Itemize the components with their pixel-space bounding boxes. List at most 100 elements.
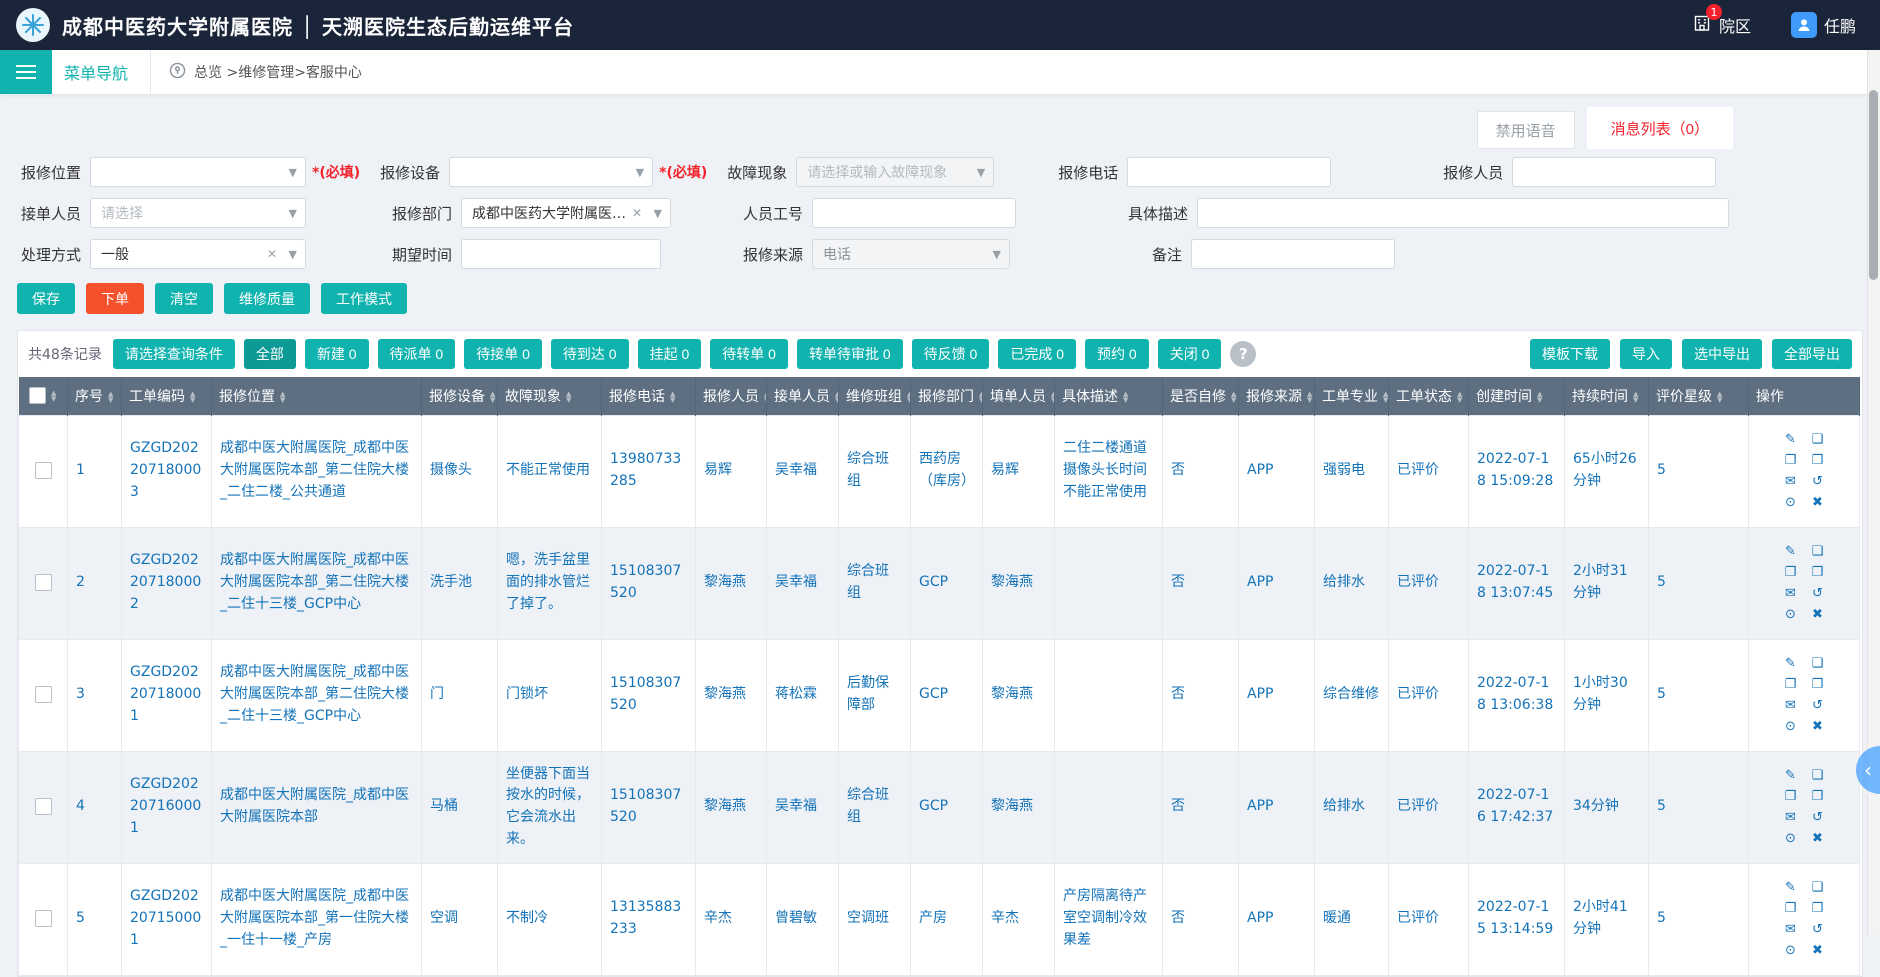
file-edit-icon[interactable]: ❒: [1810, 902, 1825, 915]
close-icon[interactable]: ✖: [1810, 944, 1825, 957]
status-chip-7[interactable]: 转单待审批 0: [797, 339, 903, 369]
staff-number-input[interactable]: [812, 198, 1016, 228]
order-code-cell[interactable]: GZGD202207180003: [122, 415, 212, 527]
comment-icon[interactable]: ✉: [1783, 587, 1798, 600]
expect-time-input[interactable]: [461, 239, 661, 269]
repair-source-select[interactable]: 电话▼: [812, 239, 1010, 269]
repair-department-select[interactable]: 成都中医药大学附属医院/...✕▼: [461, 198, 671, 228]
campus-switcher[interactable]: 1 院区: [1692, 13, 1751, 37]
close-icon[interactable]: ✖: [1810, 608, 1825, 621]
status-chip-8[interactable]: 待反馈 0: [912, 339, 990, 369]
order-code-cell[interactable]: GZGD202207150001: [122, 863, 212, 975]
column-header-19[interactable]: 操作: [1749, 377, 1860, 415]
column-header-9[interactable]: 报修部门▲▼: [911, 377, 983, 415]
column-header-0[interactable]: 序号▲▼: [68, 377, 122, 415]
comment-icon[interactable]: ✉: [1783, 811, 1798, 824]
target-icon[interactable]: ⊙: [1783, 832, 1798, 845]
status-chip-2[interactable]: 待派单 0: [378, 339, 456, 369]
file-export-icon[interactable]: ❏: [1810, 545, 1825, 558]
edit-icon[interactable]: ✎: [1783, 769, 1798, 782]
comment-icon[interactable]: ✉: [1783, 923, 1798, 936]
close-icon[interactable]: ✖: [1810, 496, 1825, 509]
import-button[interactable]: 导入: [1620, 339, 1672, 369]
user-menu[interactable]: 任鹏: [1791, 12, 1856, 38]
repair-phone-input[interactable]: [1127, 157, 1331, 187]
disable-voice-button[interactable]: 禁用语音: [1477, 111, 1575, 149]
file-icon[interactable]: ❐: [1783, 790, 1798, 803]
column-header-15[interactable]: 工单状态▲▼: [1389, 377, 1469, 415]
edit-icon[interactable]: ✎: [1783, 545, 1798, 558]
status-chip-11[interactable]: 关闭 0: [1158, 339, 1222, 369]
target-icon[interactable]: ⊙: [1783, 720, 1798, 733]
column-header-18[interactable]: 评价星级▲▼: [1649, 377, 1749, 415]
file-edit-icon[interactable]: ❒: [1810, 678, 1825, 691]
status-chip-6[interactable]: 待转单 0: [710, 339, 788, 369]
query-condition-button[interactable]: 请选择查询条件: [113, 339, 235, 369]
status-chip-9[interactable]: 已完成 0: [998, 339, 1076, 369]
file-icon[interactable]: ❐: [1783, 902, 1798, 915]
row-checkbox[interactable]: [35, 910, 52, 927]
target-icon[interactable]: ⊙: [1783, 944, 1798, 957]
column-header-16[interactable]: 创建时间▲▼: [1469, 377, 1565, 415]
export-all-button[interactable]: 全部导出: [1772, 339, 1852, 369]
receiver-select[interactable]: 请选择▼: [90, 198, 306, 228]
file-export-icon[interactable]: ❏: [1810, 881, 1825, 894]
column-header-2[interactable]: 报修位置▲▼: [212, 377, 422, 415]
column-header-12[interactable]: 是否自修▲▼: [1163, 377, 1239, 415]
file-export-icon[interactable]: ❏: [1810, 769, 1825, 782]
repair-person-input[interactable]: [1512, 157, 1716, 187]
column-header-11[interactable]: 具体描述▲▼: [1055, 377, 1163, 415]
hamburger-menu-button[interactable]: [0, 50, 52, 94]
repair-quality-button[interactable]: 维修质量: [224, 283, 310, 314]
file-icon[interactable]: ❐: [1783, 678, 1798, 691]
select-all-checkbox[interactable]: [29, 387, 46, 404]
file-edit-icon[interactable]: ❒: [1810, 454, 1825, 467]
save-button[interactable]: 保存: [17, 283, 75, 314]
undo-icon[interactable]: ↺: [1810, 587, 1825, 600]
order-code-cell[interactable]: GZGD202207180002: [122, 527, 212, 639]
remark-input[interactable]: [1191, 239, 1395, 269]
place-order-button[interactable]: 下单: [86, 283, 144, 314]
status-chip-3[interactable]: 待接单 0: [464, 339, 542, 369]
file-icon[interactable]: ❐: [1783, 454, 1798, 467]
message-list-tab[interactable]: 消息列表（0）: [1587, 107, 1733, 149]
column-header-5[interactable]: 报修电话▲▼: [602, 377, 696, 415]
row-checkbox[interactable]: [35, 462, 52, 479]
target-icon[interactable]: ⊙: [1783, 608, 1798, 621]
column-header-3[interactable]: 报修设备▲▼: [422, 377, 498, 415]
status-chip-10[interactable]: 预约 0: [1085, 339, 1149, 369]
clear-button[interactable]: 清空: [155, 283, 213, 314]
work-mode-button[interactable]: 工作模式: [321, 283, 407, 314]
file-export-icon[interactable]: ❏: [1810, 657, 1825, 670]
clear-icon[interactable]: ✕: [632, 206, 642, 220]
column-header-8[interactable]: 维修班组▲▼: [839, 377, 911, 415]
column-header-10[interactable]: 填单人员▲▼: [983, 377, 1055, 415]
clear-icon[interactable]: ✕: [267, 247, 277, 261]
help-icon[interactable]: ?: [1230, 341, 1256, 367]
scrollbar-thumb[interactable]: [1869, 90, 1878, 280]
column-header-14[interactable]: 工单专业▲▼: [1315, 377, 1389, 415]
page-scrollbar[interactable]: [1867, 50, 1880, 935]
repair-location-select[interactable]: ▼: [90, 157, 306, 187]
undo-icon[interactable]: ↺: [1810, 811, 1825, 824]
undo-icon[interactable]: ↺: [1810, 699, 1825, 712]
status-chip-5[interactable]: 挂起 0: [638, 339, 702, 369]
comment-icon[interactable]: ✉: [1783, 699, 1798, 712]
handling-method-select[interactable]: 一般✕▼: [90, 239, 306, 269]
file-icon[interactable]: ❐: [1783, 566, 1798, 579]
file-edit-icon[interactable]: ❒: [1810, 790, 1825, 803]
column-header-13[interactable]: 报修来源▲▼: [1239, 377, 1315, 415]
order-code-cell[interactable]: GZGD202207180001: [122, 639, 212, 751]
edit-icon[interactable]: ✎: [1783, 433, 1798, 446]
detail-description-input[interactable]: [1197, 198, 1729, 228]
file-edit-icon[interactable]: ❒: [1810, 566, 1825, 579]
close-icon[interactable]: ✖: [1810, 720, 1825, 733]
close-icon[interactable]: ✖: [1810, 832, 1825, 845]
edit-icon[interactable]: ✎: [1783, 657, 1798, 670]
undo-icon[interactable]: ↺: [1810, 475, 1825, 488]
fault-phenomenon-select[interactable]: 请选择或输入故障现象▼: [796, 157, 994, 187]
column-header-7[interactable]: 接单人员▲▼: [767, 377, 839, 415]
export-selected-button[interactable]: 选中导出: [1682, 339, 1762, 369]
status-chip-4[interactable]: 待到达 0: [551, 339, 629, 369]
column-header-4[interactable]: 故障现象▲▼: [498, 377, 602, 415]
